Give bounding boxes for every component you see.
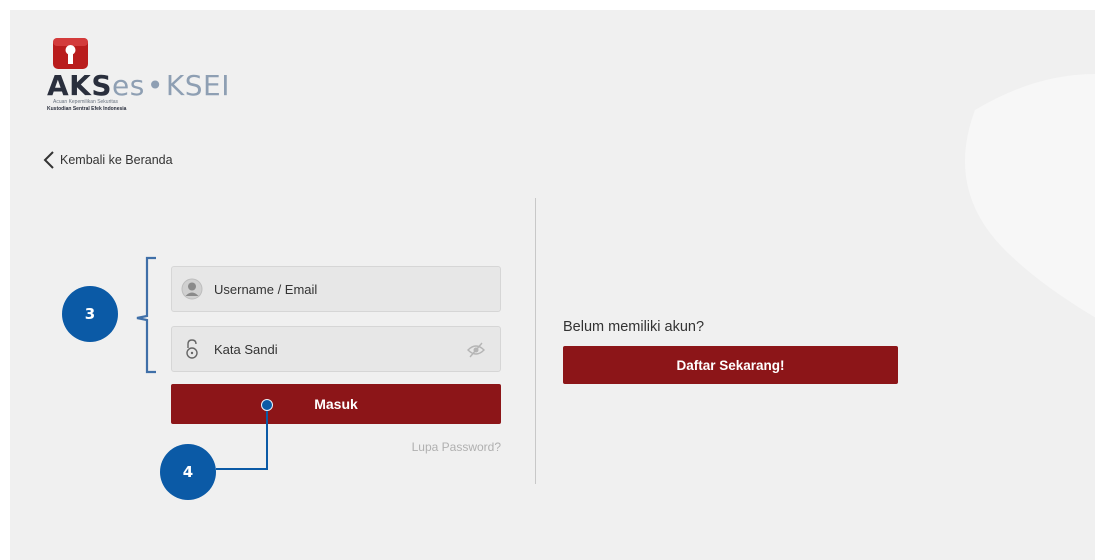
logo-ksei: KSEI xyxy=(165,69,230,102)
logo-tagline: Acuan Kepemilikan Sekuritas xyxy=(53,99,119,105)
annotation-bracket xyxy=(136,256,156,374)
eye-slash-icon[interactable] xyxy=(466,341,486,359)
register-button[interactable]: Daftar Sekarang! xyxy=(563,346,898,384)
background-watermark xyxy=(965,74,1095,318)
password-field[interactable] xyxy=(171,326,501,372)
annotation-step-4: 4 xyxy=(160,444,216,500)
login-page: AKS es • KSEI Acuan Kepemilikan Sekuritas K… xyxy=(10,10,1095,560)
login-button[interactable]: Masuk xyxy=(171,384,501,424)
logo-dot: • xyxy=(146,69,164,102)
annotation-dot xyxy=(261,399,273,411)
logo-es: es xyxy=(112,69,145,102)
vertical-divider xyxy=(535,198,536,484)
annotation-step-3: 3 xyxy=(62,286,118,342)
no-account-prompt: Belum memiliki akun? xyxy=(563,319,705,335)
back-link-label: Kembali ke Beranda xyxy=(60,153,173,167)
keyhole-shield-icon xyxy=(53,38,88,69)
logo-company: Kustodian Sentral Efek Indonesia xyxy=(47,106,127,112)
back-to-home-link[interactable]: Kembali ke Beranda xyxy=(42,151,173,169)
user-avatar-icon xyxy=(181,278,203,300)
username-input[interactable] xyxy=(214,281,454,297)
aksesksei-logo: AKS es • KSEI Acuan Kepemilikan Sekuritas K… xyxy=(47,35,230,130)
username-field[interactable] xyxy=(171,266,501,312)
password-input[interactable] xyxy=(214,341,454,357)
forgot-password-link[interactable]: Lupa Password? xyxy=(398,440,501,454)
padlock-icon xyxy=(181,338,203,360)
chevron-left-icon xyxy=(43,151,54,169)
logo-aks: AKS xyxy=(47,69,113,102)
